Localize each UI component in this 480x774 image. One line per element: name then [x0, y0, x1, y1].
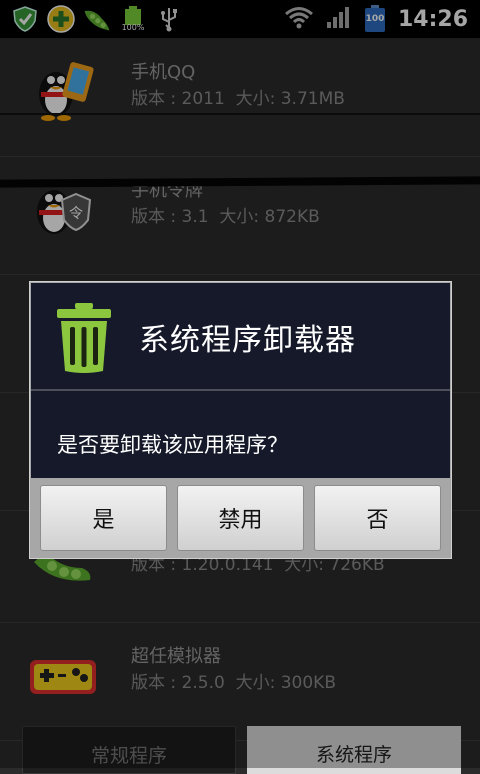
dialog-title: 系统程序卸载器 — [139, 323, 356, 358]
uninstall-dialog: 系统程序卸载器 是否要卸载该应用程序？ 是 禁用 否 — [29, 281, 452, 559]
no-button[interactable]: 否 — [314, 485, 441, 551]
dialog-message: 是否要卸载该应用程序？ — [57, 433, 288, 457]
trash-can-icon — [53, 301, 115, 375]
dialog-header: 系统程序卸载器 — [31, 283, 450, 389]
dialog-body: 是否要卸载该应用程序？ — [31, 391, 450, 478]
disable-button[interactable]: 禁用 — [177, 485, 304, 551]
yes-button[interactable]: 是 — [40, 485, 167, 551]
